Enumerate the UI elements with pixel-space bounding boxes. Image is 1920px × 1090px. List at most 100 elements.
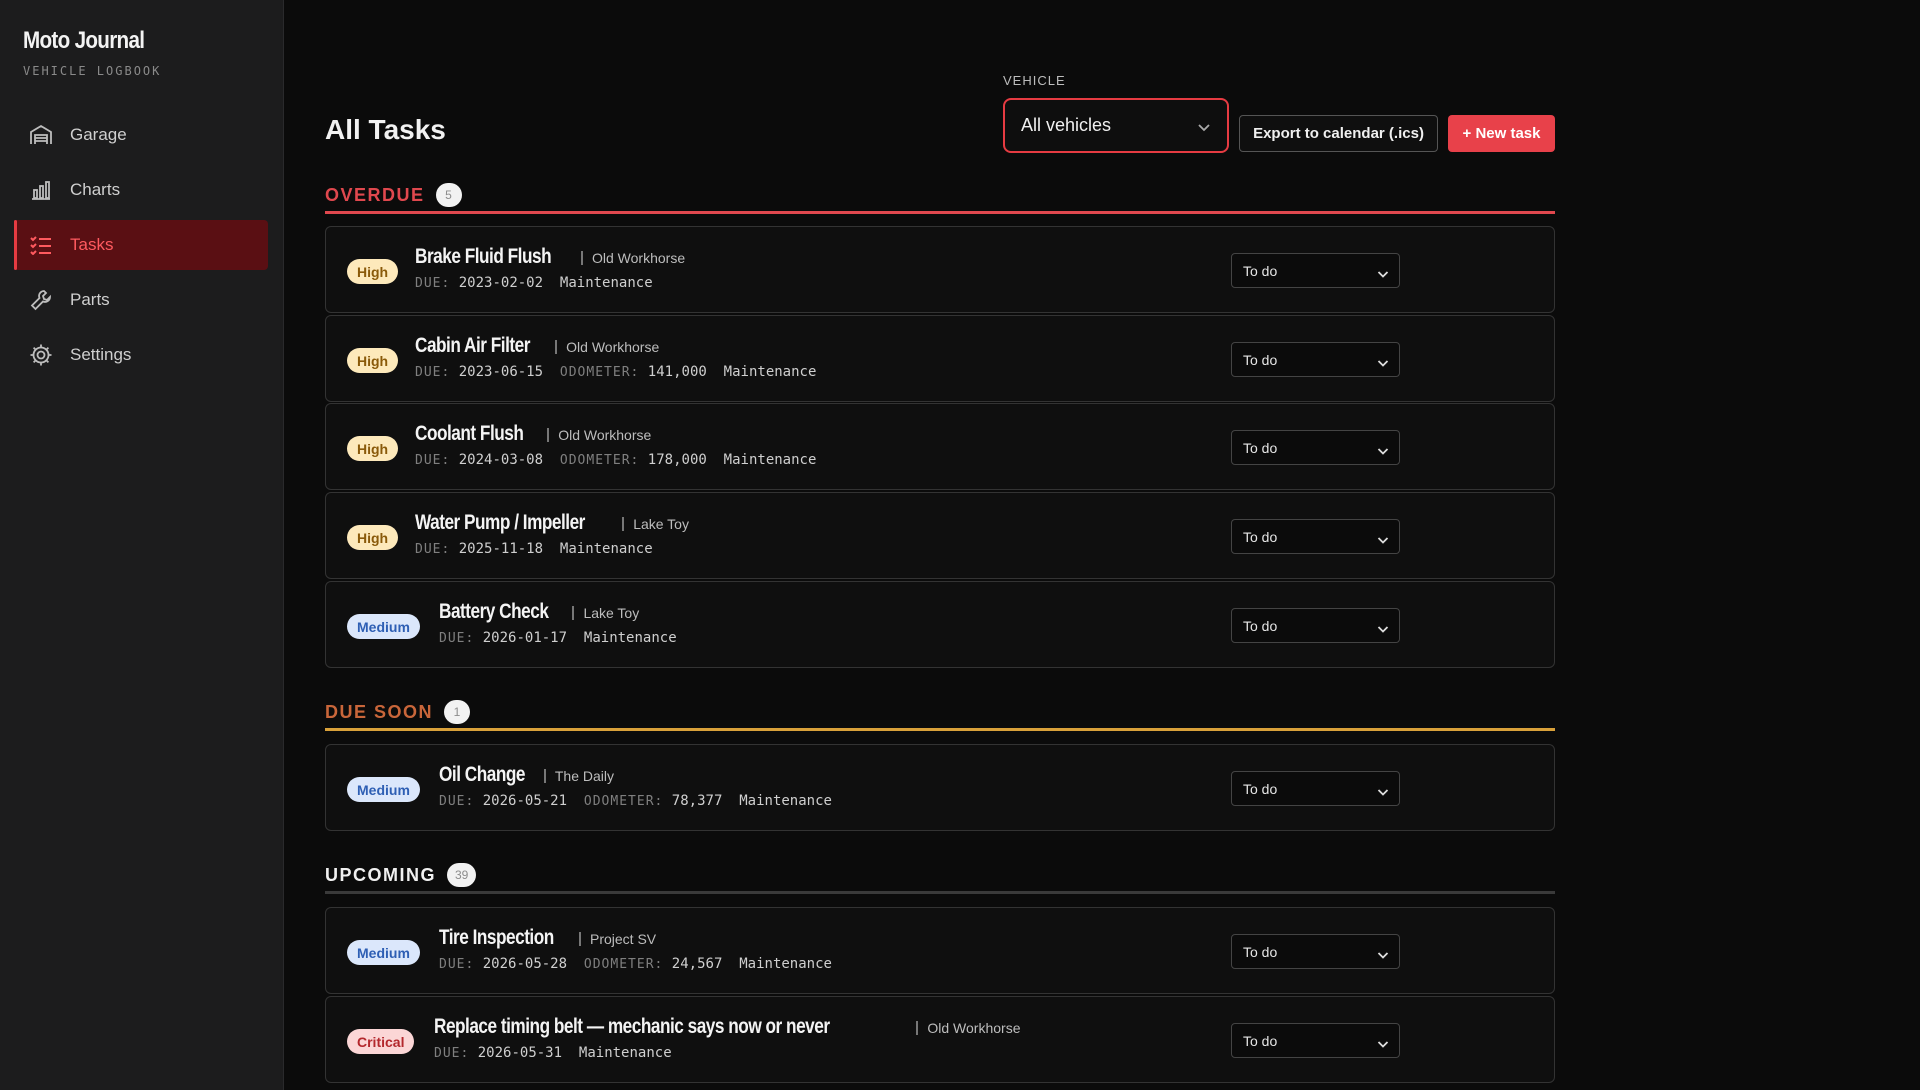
- due-date: 2023-02-02: [458, 275, 544, 291]
- sidebar-item-label: Tasks: [70, 235, 114, 254]
- task-vehicle: Old Workhorse: [547, 428, 651, 442]
- chevron-down-icon: [1377, 621, 1389, 637]
- brand: Moto Journal VEHICLE LOGBOOK: [23, 27, 164, 78]
- status-select[interactable]: To do: [1231, 253, 1400, 288]
- priority-badge: High: [347, 525, 399, 550]
- status-select[interactable]: To do: [1231, 771, 1400, 806]
- task-title-row: Water Pump / Impeller Lake Toy: [415, 511, 689, 535]
- section-header: OVERDUE 5: [325, 180, 1555, 210]
- section-count-badge: 1: [444, 700, 471, 724]
- page-title: All Tasks: [325, 114, 446, 145]
- due-label: DUE:: [415, 542, 451, 557]
- status-select[interactable]: To do: [1231, 519, 1400, 554]
- task-card[interactable]: High Cabin Air Filter Old Workhorse DUE: 20…: [325, 315, 1555, 402]
- task-card[interactable]: High Brake Fluid Flush Old Workhorse DUE: 2…: [325, 226, 1555, 313]
- odometer-label: ODOMETER:: [583, 794, 664, 809]
- task-category: Maintenance: [559, 275, 653, 291]
- export-calendar-button[interactable]: Export to calendar (.ics): [1239, 115, 1438, 152]
- sidebar-nav: Garage Charts Tasks Parts Settings: [14, 110, 268, 385]
- task-title[interactable]: Brake Fluid Flush: [415, 245, 552, 269]
- task-category: Maintenance: [583, 630, 677, 646]
- priority-badge: High: [347, 259, 399, 284]
- task-vehicle: Lake Toy: [622, 517, 689, 531]
- task-card[interactable]: Medium Oil Change The Daily DUE: 2026-05-21…: [325, 744, 1555, 831]
- odometer-value: 78,377: [671, 793, 723, 809]
- vehicle-filter-select[interactable]: All vehicles: [1003, 98, 1229, 153]
- section-divider: [325, 891, 1555, 894]
- task-category: Maintenance: [559, 541, 653, 557]
- task-title[interactable]: Water Pump / Impeller: [415, 511, 585, 535]
- priority-badge: High: [347, 348, 399, 373]
- task-title[interactable]: Cabin Air Filter: [415, 334, 530, 358]
- task-vehicle: Old Workhorse: [555, 340, 659, 354]
- odometer-value: 24,567: [671, 956, 723, 972]
- odometer-label: ODOMETER:: [583, 957, 664, 972]
- chevron-down-icon: [1377, 355, 1389, 371]
- section-title: OVERDUE: [325, 184, 425, 205]
- task-category: Maintenance: [578, 1045, 672, 1061]
- sidebar-item-garage[interactable]: Garage: [14, 110, 268, 160]
- task-card[interactable]: Medium Battery Check Lake Toy DUE: 2026-01-…: [325, 581, 1555, 668]
- section-count-badge: 39: [447, 863, 477, 887]
- due-date: 2026-05-31: [477, 1045, 563, 1061]
- task-title[interactable]: Replace timing belt — mechanic says now …: [434, 1015, 830, 1039]
- due-label: DUE:: [415, 453, 451, 468]
- task-meta: DUE: 2026-05-31 Maintenance: [434, 1045, 672, 1061]
- bar-chart-icon: [28, 177, 54, 203]
- status-select[interactable]: To do: [1231, 430, 1400, 465]
- due-label: DUE:: [439, 957, 475, 972]
- task-vehicle: The Daily: [543, 769, 614, 783]
- due-label: DUE:: [415, 365, 451, 380]
- section-title: UPCOMING: [325, 864, 436, 885]
- status-select[interactable]: To do: [1231, 342, 1400, 377]
- task-meta: DUE: 2023-02-02 Maintenance: [415, 275, 653, 291]
- odometer-label: ODOMETER:: [559, 453, 640, 468]
- task-title-row: Cabin Air Filter Old Workhorse: [415, 334, 659, 358]
- sidebar-item-tasks[interactable]: Tasks: [14, 220, 268, 270]
- task-card[interactable]: Medium Tire Inspection Project SV DUE: 2026…: [325, 907, 1555, 994]
- due-date: 2025-11-18: [458, 541, 544, 557]
- chevron-down-icon: [1377, 947, 1389, 963]
- task-category: Maintenance: [739, 956, 832, 972]
- task-title-row: Battery Check Lake Toy: [439, 600, 639, 624]
- task-title[interactable]: Coolant Flush: [415, 422, 524, 446]
- task-card[interactable]: High Coolant Flush Old Workhorse DUE: 2024-…: [325, 403, 1555, 490]
- task-card[interactable]: High Water Pump / Impeller Lake Toy DUE: 20…: [325, 492, 1555, 579]
- status-select[interactable]: To do: [1231, 1023, 1400, 1058]
- section-divider: [325, 728, 1555, 731]
- chevron-down-icon: [1377, 532, 1389, 548]
- task-vehicle: Lake Toy: [572, 606, 639, 620]
- due-date: 2023-06-15: [458, 364, 544, 380]
- task-title[interactable]: Oil Change: [439, 763, 525, 787]
- task-meta: DUE: 2023-06-15 ODOMETER: 141,000 Mainte…: [415, 364, 816, 380]
- new-task-button[interactable]: + New task: [1448, 115, 1555, 152]
- status-value: To do: [1243, 943, 1278, 960]
- task-title[interactable]: Battery Check: [439, 600, 549, 624]
- checklist-icon: [28, 232, 54, 258]
- task-title-row: Brake Fluid Flush Old Workhorse: [415, 245, 685, 269]
- sidebar-item-charts[interactable]: Charts: [14, 165, 268, 215]
- task-card[interactable]: Critical Replace timing belt — mechanic s…: [325, 996, 1555, 1083]
- status-select[interactable]: To do: [1231, 934, 1400, 969]
- odometer-value: 141,000: [647, 364, 707, 380]
- task-title-row: Tire Inspection Project SV: [439, 926, 656, 950]
- task-vehicle: Old Workhorse: [581, 251, 685, 265]
- sidebar-item-label: Parts: [70, 290, 110, 309]
- priority-badge: Medium: [347, 777, 420, 802]
- task-vehicle: Old Workhorse: [916, 1021, 1020, 1035]
- due-label: DUE:: [439, 794, 475, 809]
- task-title[interactable]: Tire Inspection: [439, 926, 554, 950]
- odometer-value: 178,000: [647, 452, 707, 468]
- status-select[interactable]: To do: [1231, 608, 1400, 643]
- due-date: 2026-01-17: [482, 630, 568, 646]
- app-subtitle: VEHICLE LOGBOOK: [23, 64, 162, 78]
- sidebar-item-label: Settings: [70, 345, 132, 364]
- task-category: Maintenance: [739, 793, 832, 809]
- due-label: DUE:: [439, 631, 475, 646]
- priority-badge: High: [347, 436, 399, 461]
- status-value: To do: [1243, 617, 1278, 634]
- sidebar-item-parts[interactable]: Parts: [14, 275, 268, 325]
- section-header: DUE SOON 1: [325, 697, 1555, 727]
- sidebar-item-label: Garage: [70, 125, 127, 144]
- sidebar-item-settings[interactable]: Settings: [14, 330, 268, 380]
